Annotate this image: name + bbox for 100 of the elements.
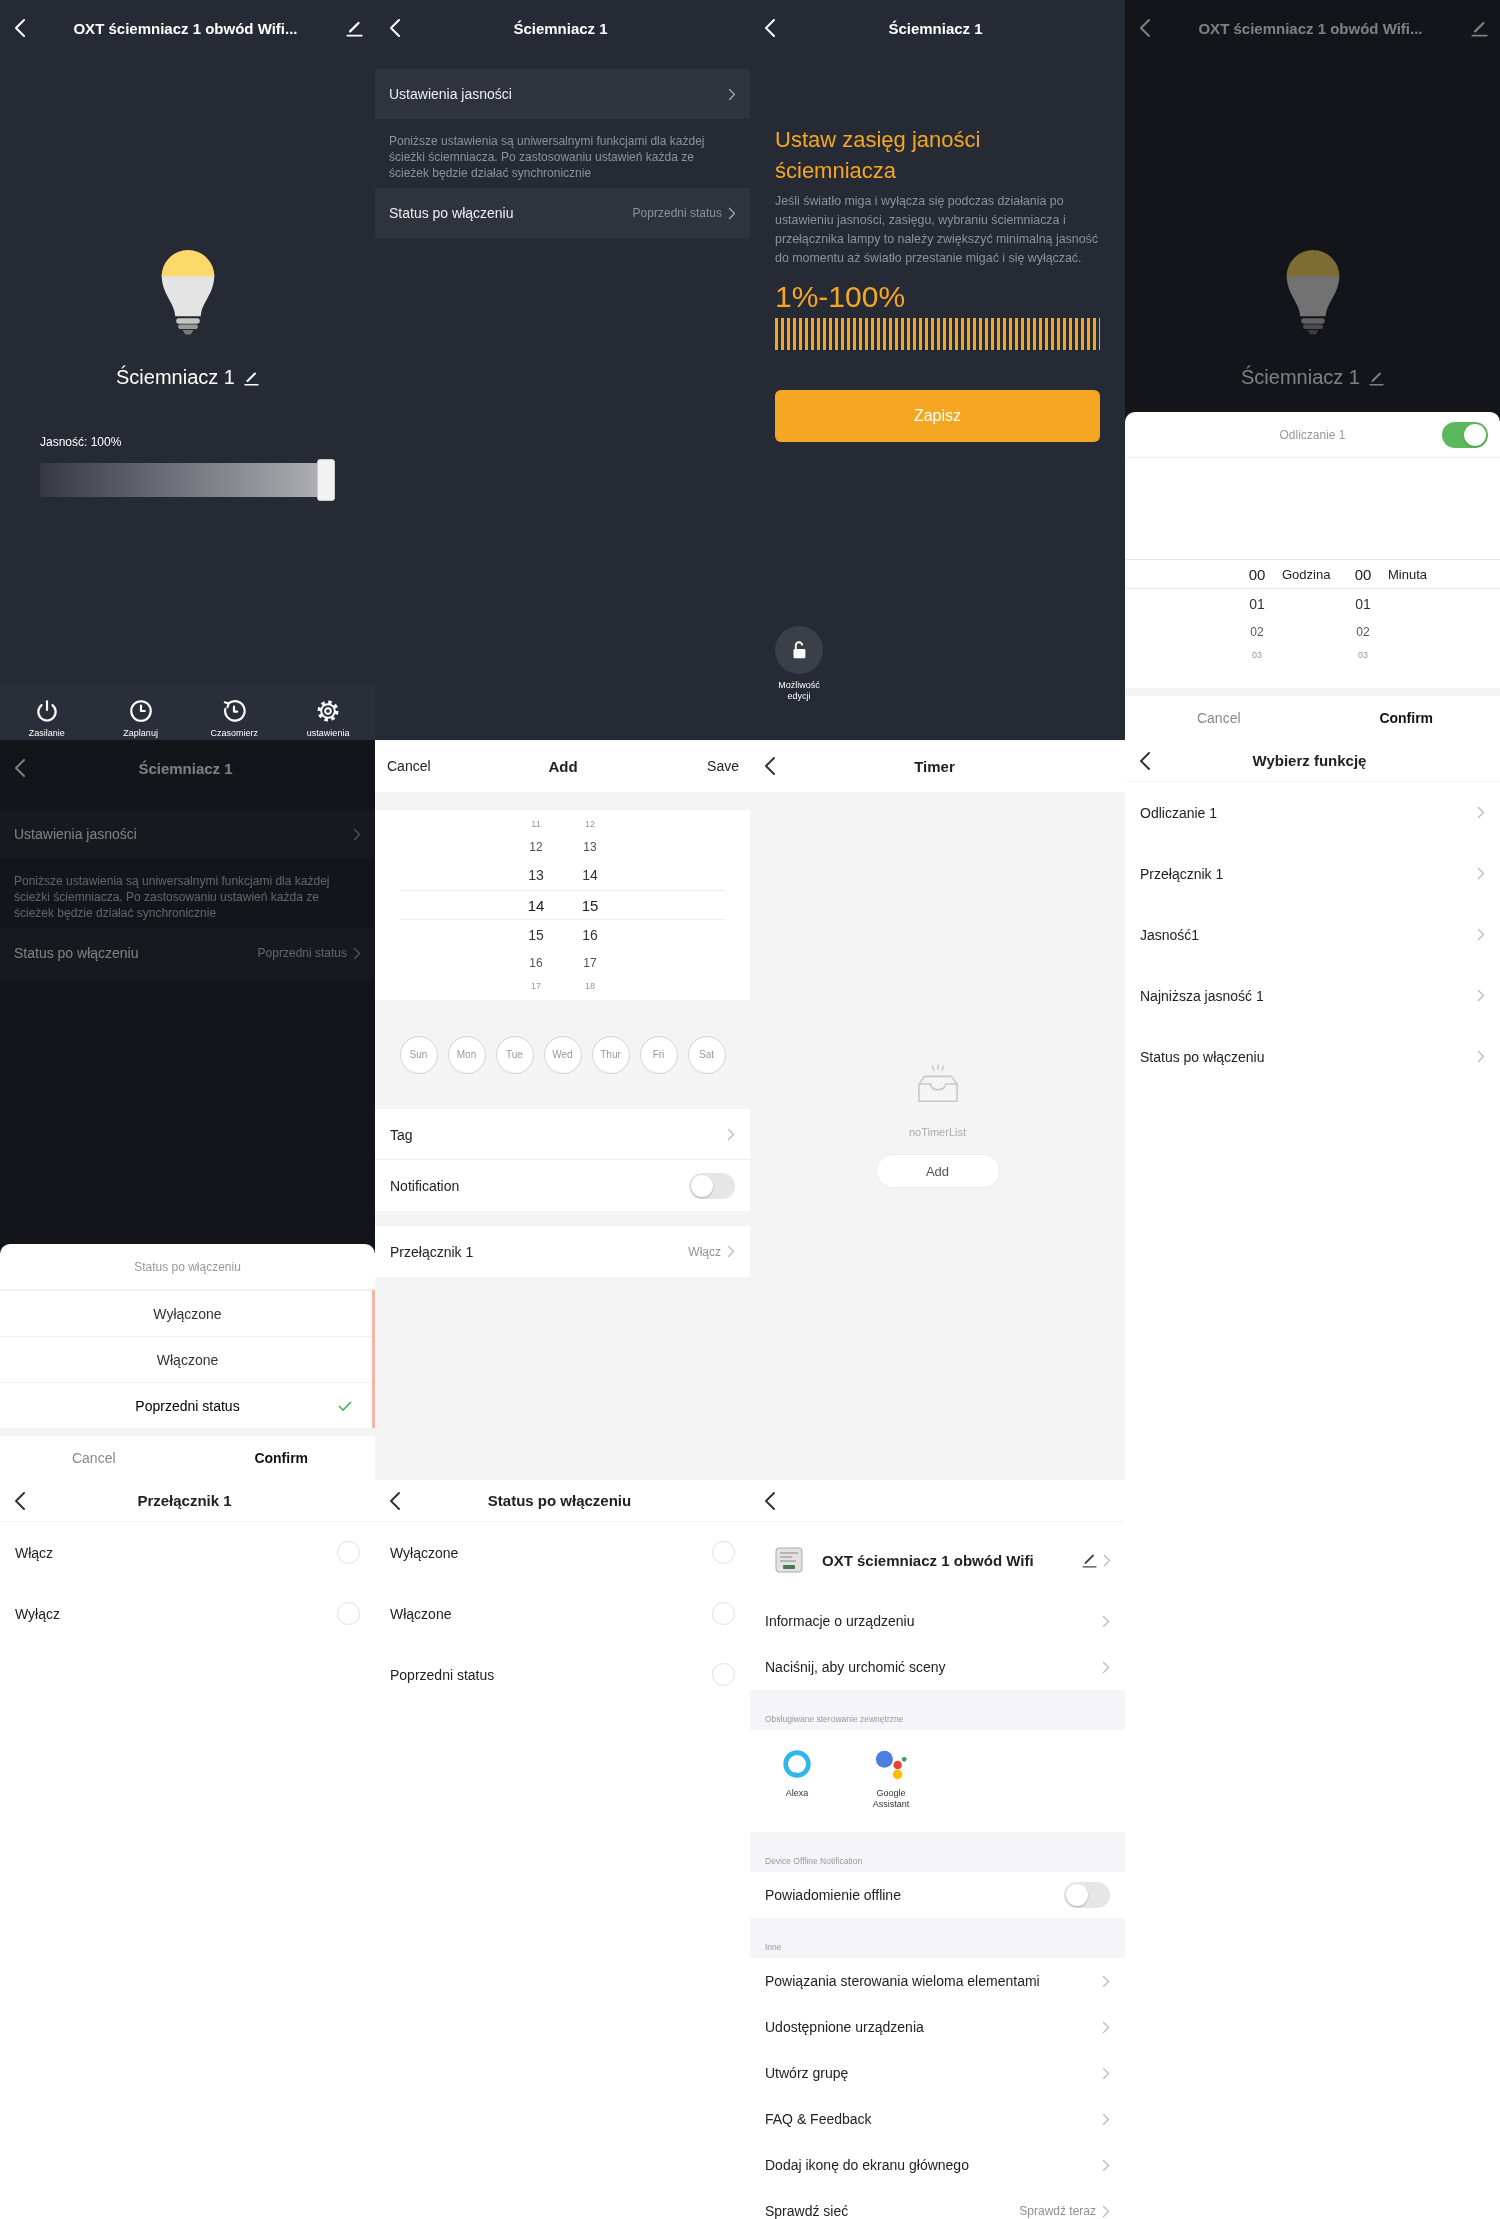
- picker-value[interactable]: 13: [575, 840, 605, 854]
- tab-label: Zaplanuj: [123, 728, 158, 738]
- picker-value[interactable]: 02: [1346, 625, 1380, 639]
- chevron-icon: [727, 1245, 735, 1258]
- screen-title: Add: [548, 757, 578, 775]
- back-icon[interactable]: [14, 1490, 26, 1511]
- tab-button[interactable]: ustawienia: [281, 682, 375, 740]
- device-name: Ściemniacz 1: [1241, 366, 1360, 389]
- empty-message: noTimerList: [908, 1126, 967, 1138]
- range-heading: Ustaw zasięg janości ściemniacza: [775, 126, 982, 185]
- edit-icon[interactable]: [345, 19, 363, 37]
- chevron-icon: [1102, 2158, 1110, 2172]
- picker-value[interactable]: 13: [521, 867, 551, 883]
- lock-button[interactable]: [775, 626, 823, 674]
- device-icon: [774, 1545, 804, 1575]
- toggle-switch[interactable]: [1064, 1882, 1110, 1908]
- screen-title: OXT ściemniacz 1 obwód Wifi...: [1197, 19, 1424, 37]
- sheet-title: Status po włączeniu: [134, 1259, 241, 1274]
- chevron-icon: [1103, 1553, 1111, 1567]
- section-label: Inne: [750, 1918, 1125, 1958]
- cancel-button[interactable]: Cancel: [387, 758, 549, 774]
- picker-value[interactable]: 16: [575, 927, 605, 943]
- screen-title: Status po włączeniu: [486, 1492, 633, 1509]
- cancel-button[interactable]: Cancel: [0, 1436, 188, 1480]
- chevron-icon: [1477, 928, 1485, 941]
- service-button[interactable]: Google Assistant: [859, 1748, 923, 1832]
- add-button[interactable]: Add: [875, 1154, 1000, 1188]
- save-button[interactable]: Save: [707, 758, 739, 774]
- service-button[interactable]: Alexa: [765, 1748, 829, 1832]
- picker-unit: Godzina: [1281, 566, 1332, 582]
- picker-value[interactable]: 01: [1346, 596, 1380, 612]
- chevron-icon: [1102, 1614, 1110, 1628]
- picker-value[interactable]: 14: [575, 867, 605, 883]
- brightness-slider[interactable]: [40, 459, 335, 501]
- chevron-icon: [728, 206, 736, 220]
- section-label: Device Offline Notification: [750, 1832, 1125, 1872]
- picker-value[interactable]: 02: [1240, 625, 1274, 639]
- tab-label: Czasomierz: [210, 728, 259, 738]
- back-icon[interactable]: [1139, 750, 1151, 771]
- picker-value[interactable]: 17: [575, 956, 605, 970]
- screen-title: Ściemniacz 1: [512, 19, 609, 37]
- range-bar[interactable]: [775, 318, 1100, 350]
- picker-value[interactable]: 01: [1240, 596, 1274, 612]
- lock-label: Możliwość edycji: [777, 680, 821, 702]
- confirm-button[interactable]: Confirm: [1312, 696, 1500, 740]
- timer-icon: [221, 698, 248, 724]
- picker-value[interactable]: 14: [521, 896, 551, 914]
- chevron-icon: [1477, 867, 1485, 880]
- settings-row[interactable]: Status po włączeniu Poprzedni status: [0, 928, 375, 978]
- tab-button[interactable]: Zasilanie: [0, 682, 94, 740]
- chevron-icon: [1102, 2066, 1110, 2080]
- settings-row[interactable]: Ustawienia jasności: [0, 809, 375, 859]
- screen-title: Przełącznik 1: [136, 1492, 233, 1509]
- chevron-icon: [1102, 2020, 1110, 2034]
- toggle-switch[interactable]: [1442, 421, 1488, 448]
- chevron-icon: [1477, 1050, 1485, 1063]
- brightness-label: Jasność: 100%: [40, 435, 123, 449]
- slider-thumb[interactable]: [317, 459, 335, 501]
- chevron-icon: [1477, 806, 1485, 819]
- settings-row[interactable]: Ustawienia jasności: [375, 69, 750, 119]
- device-name: OXT ściemniacz 1 obwód Wifi: [822, 1551, 1035, 1569]
- picker-value[interactable]: 15: [521, 927, 551, 943]
- clock-icon: [127, 698, 154, 724]
- chevron-icon: [1102, 2204, 1110, 2218]
- chevron-icon: [727, 1128, 735, 1141]
- chevron-icon: [1477, 989, 1485, 1002]
- tab-label: ustawienia: [306, 728, 350, 738]
- picker-value[interactable]: 00: [1240, 565, 1274, 583]
- device-name: Ściemniacz 1: [116, 366, 235, 389]
- picker-value[interactable]: 12: [521, 840, 551, 854]
- check-icon: [337, 1399, 353, 1412]
- back-icon[interactable]: [764, 1490, 776, 1511]
- settings-row[interactable]: Status po włączeniu Poprzedni status: [375, 188, 750, 238]
- tab-button[interactable]: Czasomierz: [187, 682, 282, 740]
- back-icon[interactable]: [389, 1490, 401, 1511]
- status-value: Włącz: [688, 1244, 721, 1259]
- screen-title: Wybierz funkcję: [1251, 752, 1368, 769]
- back-icon[interactable]: [764, 756, 776, 776]
- status-value: Poprzedni status: [257, 946, 347, 960]
- info-text: Poniższe ustawienia są uniwersalnymi funkcjami dla każdej ścieżki ściemniacza. Po zastosowaniu ustawień każda ze ścieżek będzie działać synchronicznie: [13, 873, 331, 922]
- settings-row[interactable]: Tag: [375, 1109, 750, 1160]
- range-value: 1%-100%: [775, 280, 907, 314]
- status-value: Poprzedni status: [632, 206, 722, 220]
- confirm-button[interactable]: Confirm: [187, 1436, 375, 1480]
- picker-value[interactable]: 00: [1346, 565, 1380, 583]
- chevron-icon: [1102, 1660, 1110, 1674]
- section-label: Obsługiwane sterowanie zewnętrzne: [750, 1690, 1125, 1730]
- screen-title: OXT ściemniacz 1 obwód Wifi...: [72, 19, 299, 37]
- picker-value[interactable]: 16: [521, 956, 551, 970]
- tab-button[interactable]: Zaplanuj: [93, 682, 188, 740]
- chevron-icon: [353, 827, 361, 841]
- chevron-icon: [353, 946, 361, 960]
- toggle-switch[interactable]: [689, 1172, 735, 1199]
- screen-title: Ściemniacz 1: [137, 759, 234, 777]
- settings-row[interactable]: Przełącznik 1 Włącz: [375, 1226, 750, 1277]
- screen-title: Ściemniacz 1: [887, 19, 984, 37]
- cancel-button[interactable]: Cancel: [1125, 696, 1313, 740]
- edit-icon[interactable]: [1081, 1552, 1097, 1568]
- chevron-icon: [1102, 1974, 1110, 1988]
- picker-value[interactable]: 15: [575, 896, 605, 914]
